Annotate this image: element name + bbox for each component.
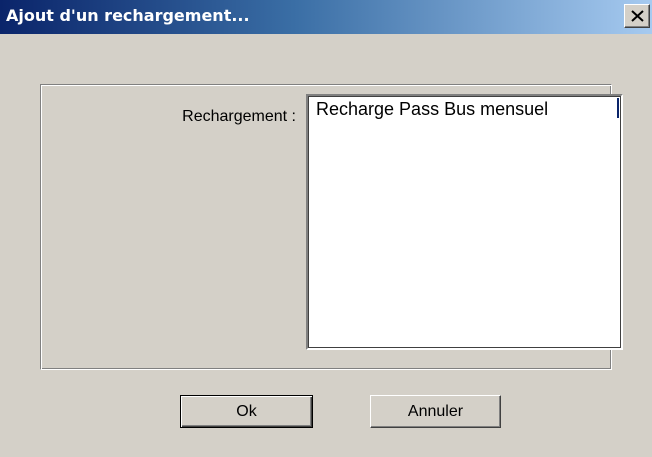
rechargement-listbox[interactable]: Recharge Pass Bus mensuel	[306, 94, 623, 350]
listbox-scroll-edge	[617, 98, 619, 118]
dialog-window: Ajout d'un rechargement... Rechargement …	[0, 0, 652, 457]
list-item[interactable]: Recharge Pass Bus mensuel	[316, 99, 617, 120]
title-bar[interactable]: Ajout d'un rechargement...	[0, 0, 652, 34]
window-title: Ajout d'un rechargement...	[6, 6, 250, 25]
close-icon	[631, 10, 644, 22]
close-button[interactable]	[624, 4, 650, 28]
ok-button[interactable]: Ok	[180, 395, 313, 428]
cancel-button[interactable]: Annuler	[370, 395, 501, 428]
rechargement-label: Rechargement :	[182, 108, 296, 125]
